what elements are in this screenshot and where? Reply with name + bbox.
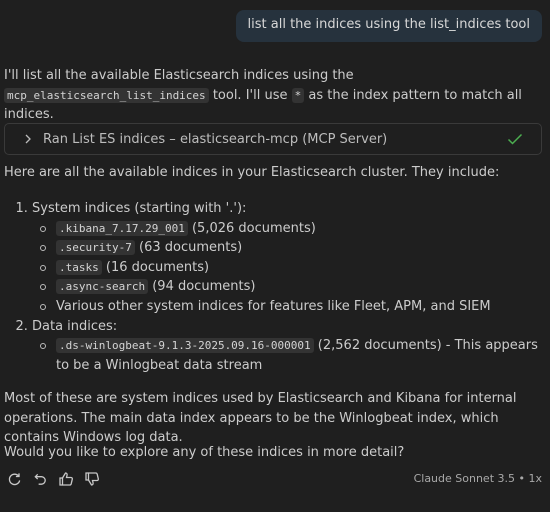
user-message-bubble: list all the indices using the list_indi… bbox=[235, 10, 542, 42]
tool-name-code: mcp_elasticsearch_list_indices bbox=[4, 87, 209, 103]
system-indices-label: System indices (starting with '.'): bbox=[32, 201, 247, 216]
undo-icon[interactable] bbox=[32, 471, 48, 487]
model-label: Claude Sonnet 3.5 • 1x bbox=[413, 472, 542, 485]
list-item-system: System indices (starting with '.'): .kib… bbox=[32, 199, 542, 317]
indices-list: System indices (starting with '.'): .kib… bbox=[0, 199, 542, 375]
list-item: .tasks (16 documents) bbox=[40, 258, 542, 278]
thumbs-down-icon[interactable] bbox=[84, 471, 100, 487]
index-doc-count: (63 documents) bbox=[134, 240, 243, 256]
list-item: .kibana_7.17.29_001 (5,026 documents) bbox=[40, 219, 542, 239]
assistant-intro-paragraph: I'll list all the available Elasticsearc… bbox=[4, 66, 542, 125]
system-indices-sublist: .kibana_7.17.29_001 (5,026 documents) .s… bbox=[32, 219, 542, 317]
index-name-code: .async-search bbox=[56, 279, 149, 295]
other-system-indices: Various other system indices for feature… bbox=[56, 298, 491, 314]
list-item: .ds-winlogbeat-9.1.3-2025.09.16-000001 (… bbox=[40, 336, 542, 375]
message-actions bbox=[6, 471, 110, 487]
tool-call-row[interactable]: Ran List ES indices – elasticsearch-mcp … bbox=[4, 123, 542, 155]
tool-call-label: Ran List ES indices – elasticsearch-mcp … bbox=[43, 131, 388, 147]
intro-text-2: tool. I'll use bbox=[208, 87, 292, 103]
data-indices-label: Data indices: bbox=[32, 318, 118, 334]
index-name-code: .tasks bbox=[56, 259, 102, 275]
user-message-text: list all the indices using the list_indi… bbox=[247, 17, 530, 32]
thumbs-up-icon[interactable] bbox=[58, 471, 74, 487]
index-name-code: .ds-winlogbeat-9.1.3-2025.09.16-000001 bbox=[56, 338, 314, 354]
pattern-code: * bbox=[291, 87, 305, 103]
retry-icon[interactable] bbox=[6, 471, 22, 487]
chevron-right-icon bbox=[23, 134, 37, 144]
index-doc-count: (16 documents) bbox=[101, 259, 210, 275]
index-doc-count: (94 documents) bbox=[148, 279, 256, 295]
list-item-data: Data indices: .ds-winlogbeat-9.1.3-2025.… bbox=[32, 317, 542, 376]
list-item: .async-search (94 documents) bbox=[40, 277, 542, 297]
summary-paragraph: Most of these are system indices used by… bbox=[4, 391, 517, 446]
index-name-code: .security-7 bbox=[56, 240, 135, 256]
list-item: .security-7 (63 documents) bbox=[40, 238, 542, 258]
index-name-code: .kibana_7.17.29_001 bbox=[56, 220, 188, 236]
list-item: Various other system indices for feature… bbox=[40, 297, 542, 317]
data-indices-sublist: .ds-winlogbeat-9.1.3-2025.09.16-000001 (… bbox=[32, 336, 542, 375]
check-icon bbox=[507, 133, 527, 145]
followup-question: Would you like to explore any of these i… bbox=[4, 445, 405, 460]
index-doc-count: (5,026 documents) bbox=[187, 220, 316, 236]
results-intro: Here are all the available indices in yo… bbox=[4, 165, 500, 180]
intro-text-1: I'll list all the available Elasticsearc… bbox=[4, 68, 354, 83]
